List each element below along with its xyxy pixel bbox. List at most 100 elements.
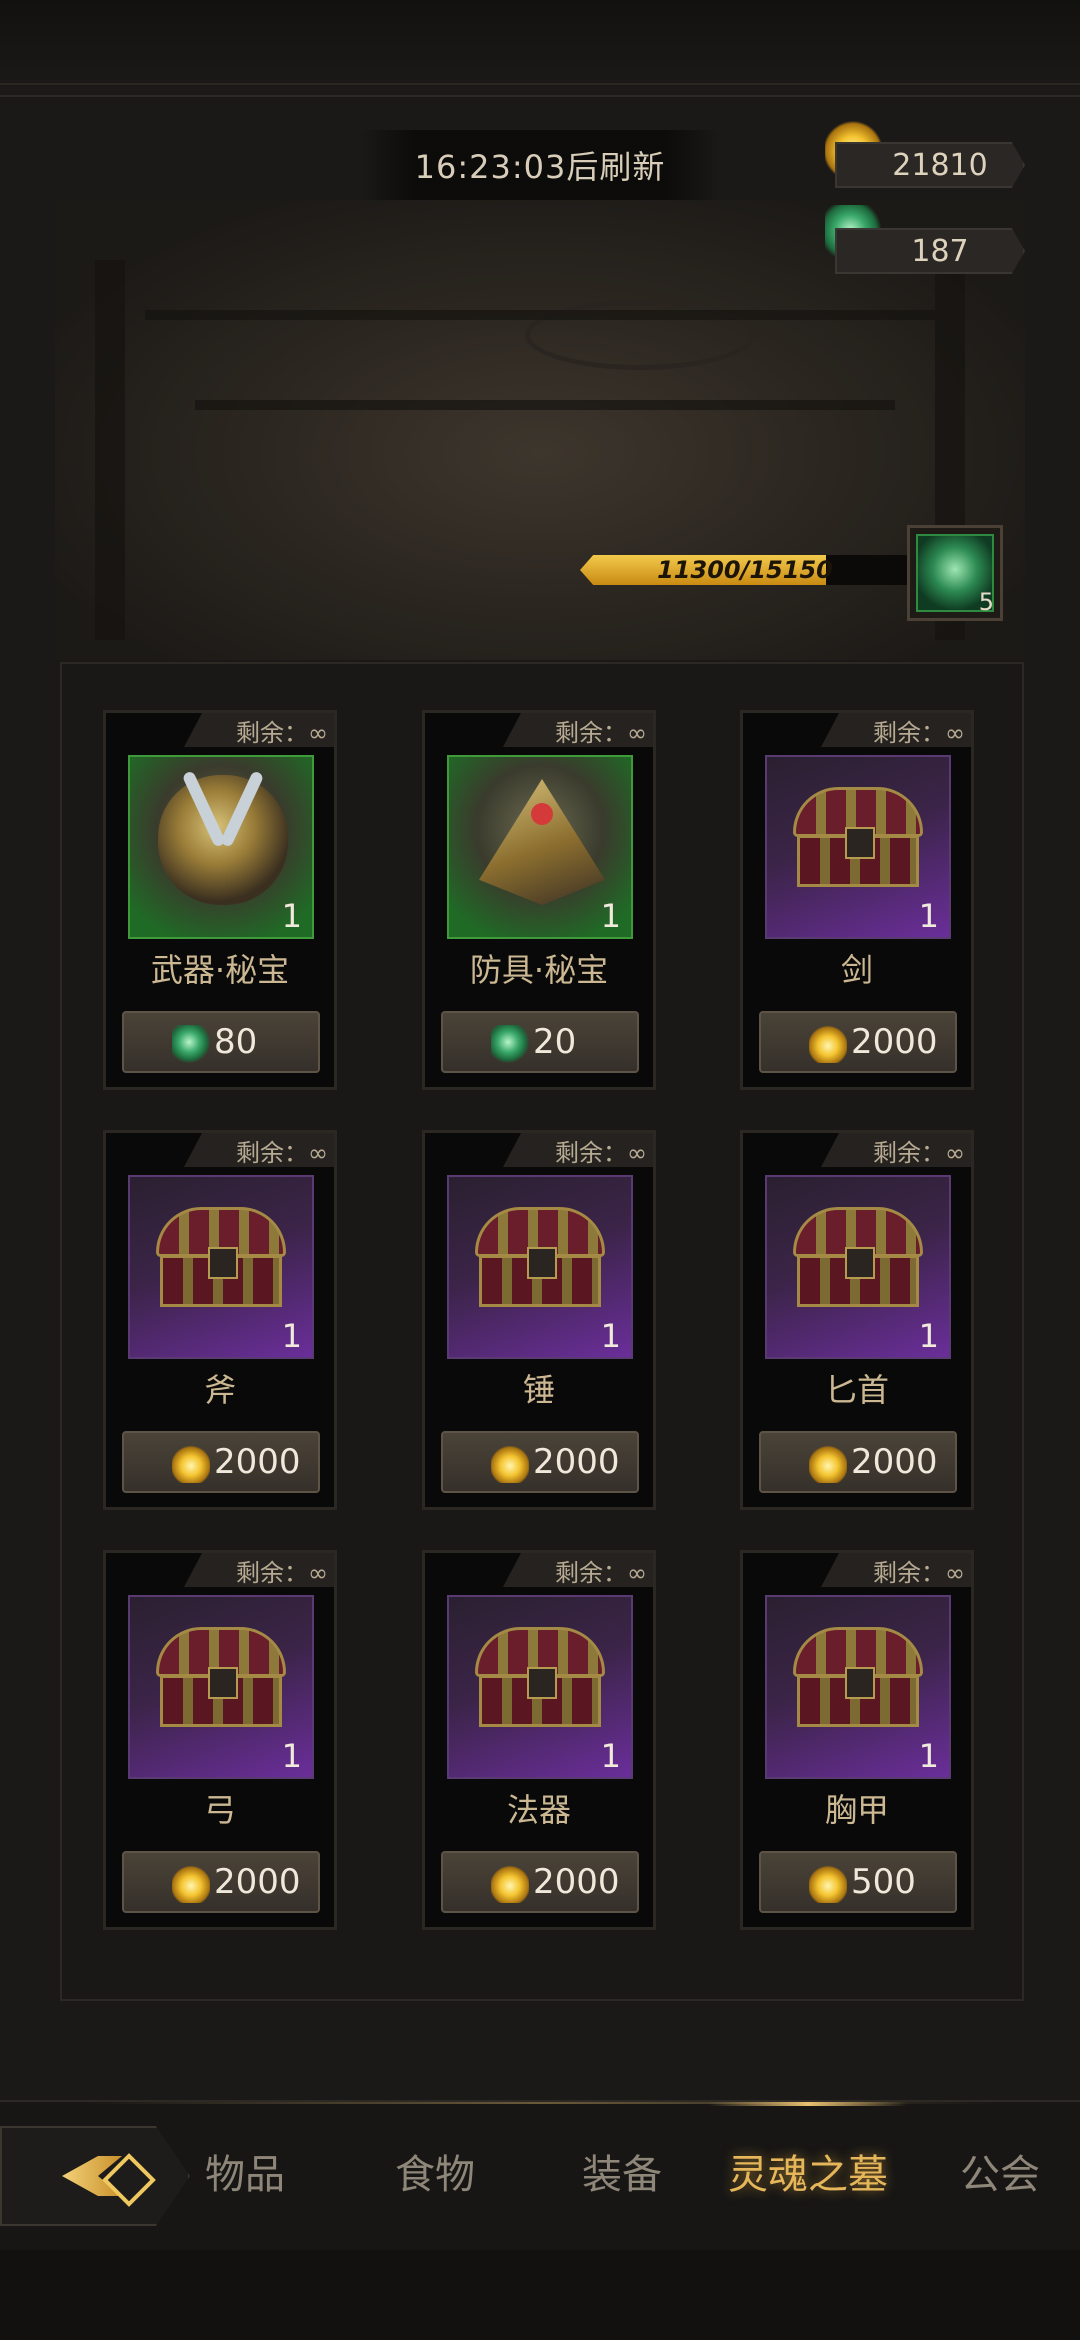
price-value: 2000: [214, 1442, 301, 1482]
item-icon-frame[interactable]: 1: [447, 1175, 633, 1359]
blade-shape: [181, 770, 227, 848]
buy-price-button[interactable]: 2000: [759, 1431, 957, 1493]
green-crystal-icon: [172, 1025, 210, 1063]
item-icon-frame[interactable]: 1: [128, 755, 314, 939]
chest-lock: [845, 827, 875, 859]
progress-reward-slot[interactable]: 5: [907, 525, 1003, 621]
item-quantity: 1: [918, 897, 939, 935]
item-quantity: 1: [600, 1317, 621, 1355]
item-icon-frame[interactable]: 1: [765, 1595, 951, 1779]
tab-soul-tomb[interactable]: 灵魂之墓: [708, 2102, 908, 2200]
item-name: 胸甲: [824, 1791, 889, 1829]
item-quantity: 1: [281, 1737, 302, 1775]
price-value: 80: [214, 1022, 258, 1062]
item-name: 剑: [840, 951, 873, 989]
shelf-decoration: [145, 310, 935, 320]
item-quantity: 1: [918, 1737, 939, 1775]
price-value: 2000: [214, 1862, 301, 1902]
chest-lock: [845, 1247, 875, 1279]
item-name: 锤: [522, 1371, 555, 1409]
item-name: 弓: [203, 1791, 236, 1829]
shop-item-card[interactable]: 剩余：∞ 1 剑 2000: [740, 710, 974, 1090]
chest-lock: [208, 1247, 238, 1279]
price-value: 2000: [533, 1862, 620, 1902]
shop-item-card[interactable]: 剩余：∞ 1 斧 2000: [103, 1130, 337, 1510]
item-icon-frame[interactable]: 1: [447, 1595, 633, 1779]
buy-price-button[interactable]: 20: [441, 1011, 639, 1073]
lantern-coin-icon: [172, 1445, 210, 1483]
shop-item-card[interactable]: 剩余：∞ 1 胸甲 500: [740, 1550, 974, 1930]
remaining-stock: 剩余：∞: [184, 1133, 334, 1167]
buy-price-button[interactable]: 2000: [122, 1431, 320, 1493]
item-name: 匕首: [824, 1371, 889, 1409]
item-icon-frame[interactable]: 1: [128, 1175, 314, 1359]
shelf-decoration: [195, 400, 895, 410]
gem-shape: [531, 803, 553, 825]
soul-progress-bar: 11300/15150: [580, 555, 910, 585]
crystal-balance: 187: [835, 228, 1025, 274]
bottom-navigation: 物品 食物 装备 灵魂之墓 公会: [0, 2100, 1080, 2252]
remaining-stock: 剩余：∞: [821, 1133, 971, 1167]
lantern-coin-icon: [809, 1445, 847, 1483]
top-ornament-band: [0, 0, 1080, 97]
pillar-decoration: [95, 260, 125, 640]
chest-lock: [527, 1667, 557, 1699]
weapon-treasure-icon: [158, 770, 288, 905]
item-name: 法器: [506, 1791, 571, 1829]
buy-price-button[interactable]: 500: [759, 1851, 957, 1913]
remaining-stock: 剩余：∞: [503, 1553, 653, 1587]
lantern-coin-icon: [809, 1865, 847, 1903]
back-button[interactable]: [0, 2126, 190, 2226]
item-icon-frame[interactable]: 1: [447, 755, 633, 939]
gold-balance: 21810: [835, 142, 1025, 188]
item-quantity: 1: [281, 897, 302, 935]
remaining-stock: 剩余：∞: [503, 713, 653, 747]
shop-item-card[interactable]: 剩余：∞ 1 弓 2000: [103, 1550, 337, 1930]
treasure-chest-icon: [475, 1207, 605, 1307]
treasure-chest-icon: [793, 1627, 923, 1727]
item-icon-frame[interactable]: 1: [765, 1175, 951, 1359]
lantern-coin-icon: [809, 1025, 847, 1063]
price-value: 20: [533, 1022, 577, 1062]
treasure-chest-icon: [156, 1207, 286, 1307]
buy-price-button[interactable]: 2000: [759, 1011, 957, 1073]
lantern-coin-icon: [491, 1865, 529, 1903]
shop-item-card[interactable]: 剩余：∞ 1 锤 2000: [422, 1130, 656, 1510]
shop-item-card[interactable]: 剩余：∞ 1 匕首 2000: [740, 1130, 974, 1510]
shop-item-card[interactable]: 剩余：∞ 1 武器·秘宝 80: [103, 710, 337, 1090]
lantern-coin-icon: [172, 1865, 210, 1903]
buy-price-button[interactable]: 2000: [122, 1851, 320, 1913]
price-value: 2000: [851, 1022, 938, 1062]
tab-guild[interactable]: 公会: [960, 2142, 1040, 2200]
item-icon-frame[interactable]: 1: [128, 1595, 314, 1779]
soul-progress-text: 11300/15150: [657, 556, 833, 584]
blade-shape: [219, 770, 265, 848]
buy-price-button[interactable]: 80: [122, 1011, 320, 1073]
refresh-timer: 16:23:03后刷新: [360, 130, 720, 200]
tab-items[interactable]: 物品: [205, 2142, 285, 2200]
armor-treasure-icon: [479, 779, 605, 905]
shop-item-card[interactable]: 剩余：∞ 1 法器 2000: [422, 1550, 656, 1930]
chest-lock: [527, 1247, 557, 1279]
price-value: 2000: [533, 1442, 620, 1482]
item-name: 斧: [203, 1371, 236, 1409]
remaining-stock: 剩余：∞: [821, 1553, 971, 1587]
item-name: 武器·秘宝: [150, 951, 290, 989]
item-name: 防具·秘宝: [469, 951, 609, 989]
item-quantity: 1: [918, 1317, 939, 1355]
remaining-stock: 剩余：∞: [184, 1553, 334, 1587]
remaining-stock: 剩余：∞: [503, 1133, 653, 1167]
remaining-stock: 剩余：∞: [821, 713, 971, 747]
item-icon-frame[interactable]: 1: [765, 755, 951, 939]
remaining-stock: 剩余：∞: [184, 713, 334, 747]
shop-item-card[interactable]: 剩余：∞ 1 防具·秘宝 20: [422, 710, 656, 1090]
tab-food[interactable]: 食物: [395, 2142, 475, 2200]
buy-price-button[interactable]: 2000: [441, 1851, 639, 1913]
item-quantity: 1: [600, 1737, 621, 1775]
bottom-ornament-band: [0, 2250, 1080, 2340]
item-quantity: 1: [281, 1317, 302, 1355]
buy-price-button[interactable]: 2000: [441, 1431, 639, 1493]
price-value: 2000: [851, 1442, 938, 1482]
tab-equipment[interactable]: 装备: [582, 2142, 662, 2200]
chest-lock: [208, 1667, 238, 1699]
